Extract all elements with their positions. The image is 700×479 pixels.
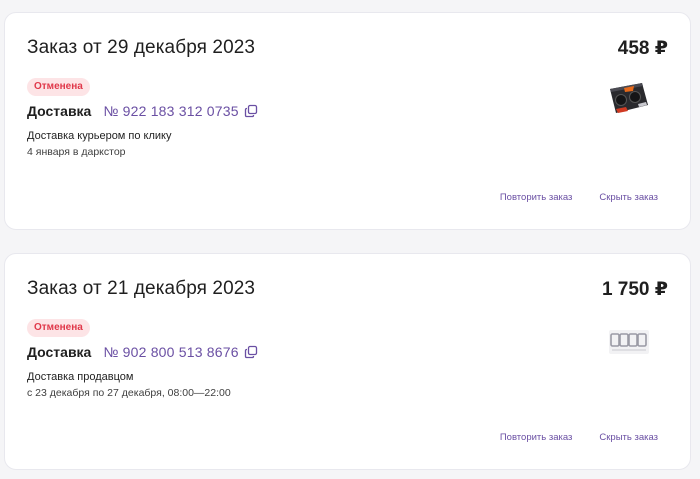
order-number: № 922 183 312 0735 [103,103,239,119]
order-card: Заказ от 21 декабря 2023 1 750 ₽ Отменен… [4,253,691,470]
order-title: Заказ от 21 декабря 2023 [27,278,256,299]
orders-page: Заказ от 29 декабря 2023 458 ₽ Отменена … [0,0,700,479]
copy-icon[interactable] [244,345,258,359]
order-number: № 902 800 513 8676 [103,344,239,360]
delivery-date: 4 января в даркстор [27,146,126,158]
order-card: Заказ от 29 декабря 2023 458 ₽ Отменена … [4,12,691,230]
order-price: 458 ₽ [617,38,668,59]
gpu-product-icon[interactable] [606,75,652,121]
order-actions: Повторить заказ Скрыть заказ [473,192,658,203]
sticker-product-icon[interactable] [606,316,652,362]
hide-order-button[interactable]: Скрыть заказ [599,192,658,203]
delivery-date: с 23 декабря по 27 декабря, 08:00—22:00 [27,387,231,399]
status-badge: Отменена [27,78,90,96]
status-badge: Отменена [27,319,90,337]
delivery-row: Доставка № 902 800 513 8676 [27,342,258,362]
delivery-label: Доставка [27,344,92,360]
delivery-method: Доставка курьером по клику [27,130,172,142]
delivery-method: Доставка продавцом [27,371,134,383]
repeat-order-button[interactable]: Повторить заказ [500,192,573,203]
delivery-label: Доставка [27,103,92,119]
order-title: Заказ от 29 декабря 2023 [27,37,256,58]
hide-order-button[interactable]: Скрыть заказ [599,432,658,443]
order-price: 1 750 ₽ [601,279,668,300]
copy-icon[interactable] [244,104,258,118]
order-actions: Повторить заказ Скрыть заказ [473,432,658,443]
delivery-row: Доставка № 922 183 312 0735 [27,101,258,121]
repeat-order-button[interactable]: Повторить заказ [500,432,573,443]
